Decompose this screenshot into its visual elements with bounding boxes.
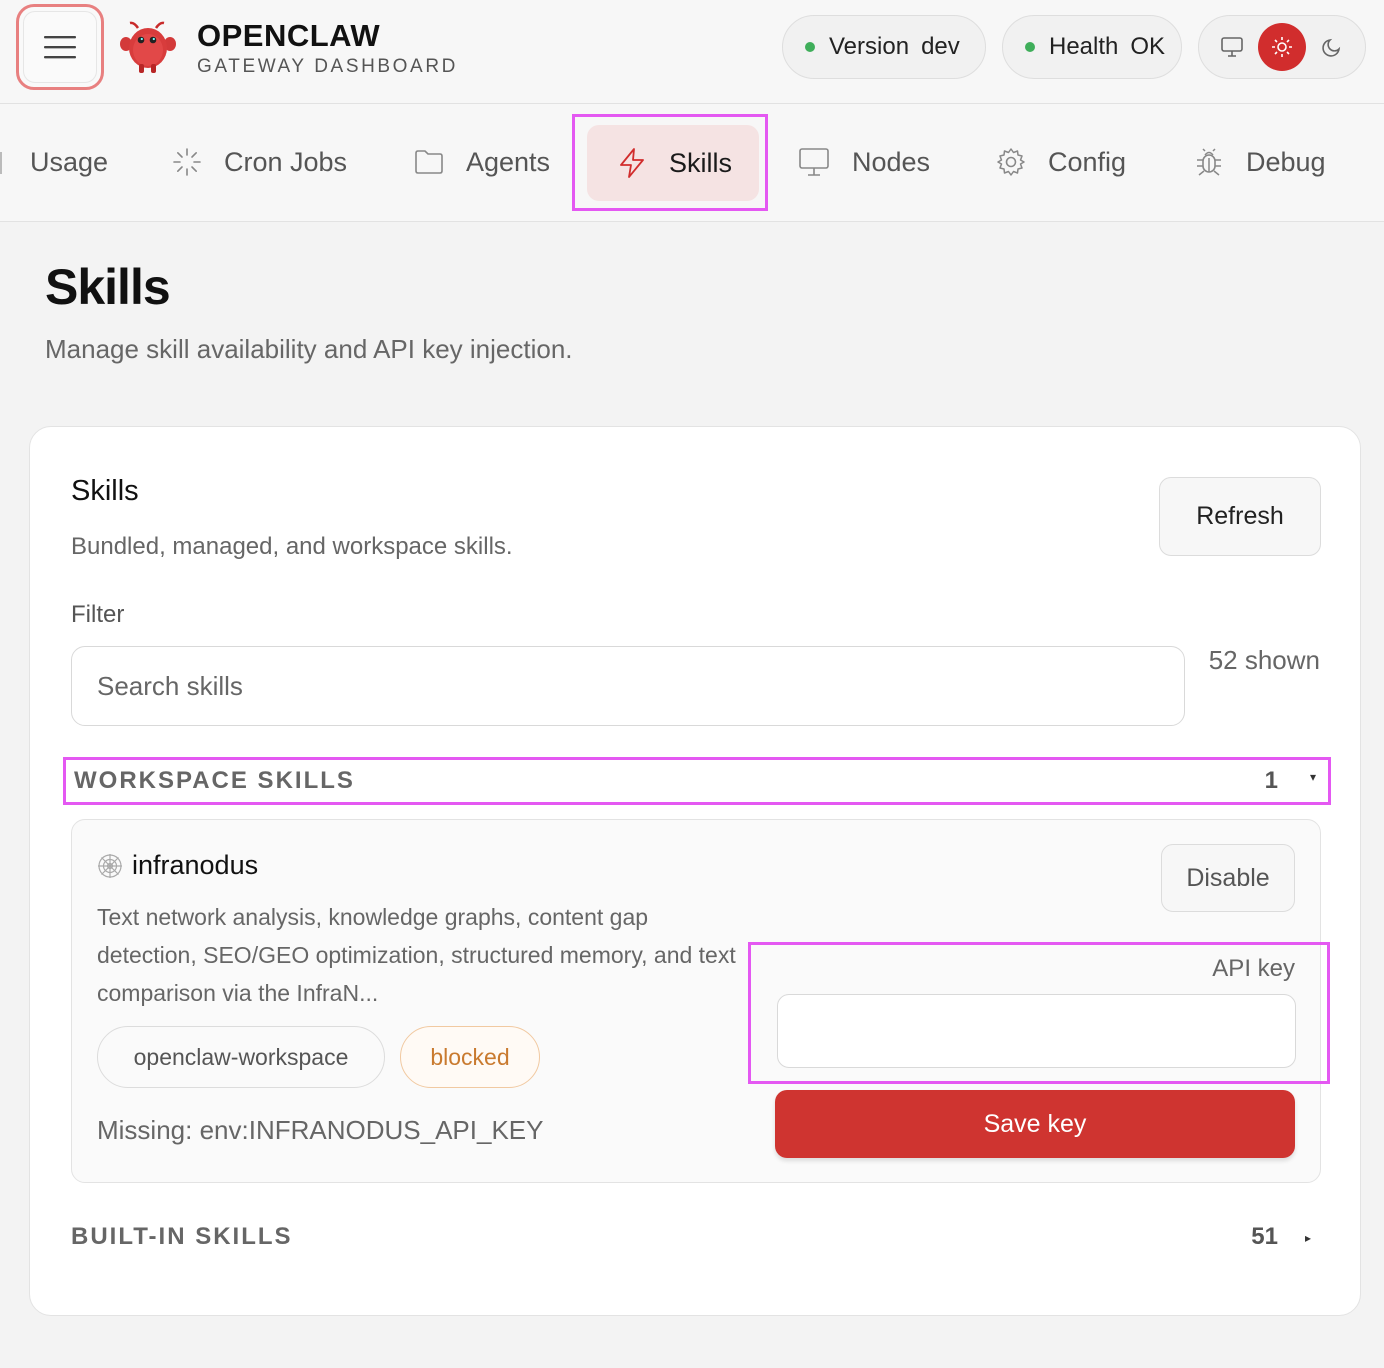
caret-down-icon: ▾ <box>1309 770 1316 784</box>
refresh-button[interactable]: Refresh <box>1159 477 1321 556</box>
search-input[interactable] <box>71 646 1185 726</box>
skill-item: infranodus Text network analysis, knowle… <box>71 819 1330 1183</box>
sun-icon <box>1272 37 1292 57</box>
status-badge: blocked <box>400 1026 540 1088</box>
moon-icon <box>1322 38 1341 57</box>
tab-label: Nodes <box>852 146 931 177</box>
workspace-skills-group-header[interactable]: WORKSPACE SKILLS 1 ▾ <box>63 757 1331 805</box>
hamburger-icon <box>23 11 97 83</box>
brand-subtitle: GATEWAY DASHBOARD <box>197 56 458 77</box>
version-label: Version <box>829 33 910 60</box>
status-dot-icon <box>1025 42 1035 52</box>
bug-icon <box>1194 147 1224 177</box>
tab-divider <box>0 152 2 174</box>
tab-agents[interactable]: Agents <box>414 124 550 200</box>
page-title: Skills <box>45 259 171 315</box>
skill-description: Text network analysis, knowledge graphs,… <box>97 904 736 1006</box>
menu-button[interactable] <box>16 4 104 90</box>
tab-cron-jobs[interactable]: Cron Jobs <box>172 124 347 200</box>
skills-card: Skills Bundled, managed, and workspace s… <box>29 426 1361 1316</box>
tab-skills[interactable]: Skills <box>587 125 759 201</box>
system-theme-button[interactable] <box>1208 23 1256 71</box>
tab-label: Debug <box>1246 146 1326 177</box>
group-count: 1 <box>1264 767 1278 794</box>
top-bar: OPENCLAW GATEWAY DASHBOARD Version dev H… <box>0 0 1384 104</box>
skill-name: infranodus <box>132 850 259 880</box>
monitor-icon <box>798 147 830 177</box>
missing-requirement: Missing: env:INFRANODUS_API_KEY <box>97 1115 544 1145</box>
api-key-label: API key <box>1212 955 1295 982</box>
save-key-button[interactable]: Save key <box>775 1090 1295 1158</box>
group-label: BUILT-IN SKILLS <box>71 1223 293 1250</box>
tab-label: Cron Jobs <box>224 146 348 177</box>
card-subtitle: Bundled, managed, and workspace skills. <box>71 533 513 560</box>
api-key-section: API key <box>748 942 1330 1084</box>
source-chip: openclaw-workspace <box>97 1026 385 1088</box>
tab-debug[interactable]: Debug <box>1194 124 1326 200</box>
skill-title: infranodus <box>96 850 258 881</box>
health-value: OK <box>1130 33 1166 60</box>
tab-nodes[interactable]: Nodes <box>798 124 930 200</box>
builtin-skills-group-header[interactable]: BUILT-IN SKILLS 51 ▸ <box>71 1221 1321 1261</box>
status-dot-icon <box>805 42 815 52</box>
version-pill: Version dev <box>782 15 986 79</box>
tab-label: Config <box>1048 146 1127 177</box>
disable-button[interactable]: Disable <box>1161 844 1295 912</box>
loader-icon <box>172 147 202 177</box>
tab-label: Skills <box>669 147 733 178</box>
tab-label: Usage <box>30 146 109 177</box>
api-key-input[interactable] <box>777 994 1296 1068</box>
version-value: dev <box>921 33 960 60</box>
health-label: Health <box>1049 33 1119 60</box>
theme-switcher <box>1198 15 1366 79</box>
nav-tabs: Usage Cron Jobs Agents Skills Nodes Conf… <box>0 104 1384 222</box>
tab-usage[interactable]: Usage <box>30 124 108 200</box>
shown-count: 52 shown <box>1208 645 1320 675</box>
zap-icon <box>617 147 647 179</box>
tab-label: Agents <box>466 146 551 177</box>
group-label: WORKSPACE SKILLS <box>74 767 355 794</box>
tab-skills-highlight: Skills <box>572 114 768 211</box>
dark-theme-button[interactable] <box>1308 23 1356 71</box>
card-title: Skills <box>71 475 139 507</box>
monitor-icon <box>1221 37 1243 57</box>
gear-icon <box>996 147 1026 177</box>
lobster-logo-icon <box>118 20 178 74</box>
folder-icon <box>414 149 444 175</box>
caret-right-icon: ▸ <box>1304 1231 1311 1245</box>
tab-config[interactable]: Config <box>996 124 1126 200</box>
light-theme-button[interactable] <box>1258 23 1306 71</box>
group-count: 51 <box>1251 1223 1278 1250</box>
page-subtitle: Manage skill availability and API key in… <box>45 334 573 364</box>
filter-label: Filter <box>71 601 125 628</box>
web-icon <box>96 852 124 880</box>
brand-title: OPENCLAW <box>197 18 381 53</box>
health-pill: Health OK <box>1002 15 1182 79</box>
